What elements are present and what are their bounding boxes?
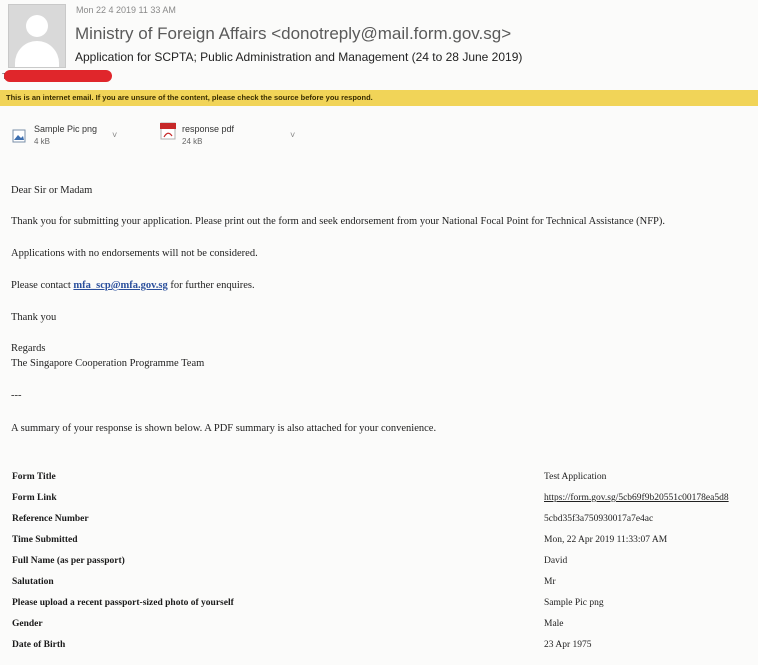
redacted-recipient [4, 70, 112, 82]
field-value: Mr [544, 577, 556, 587]
contact-text-after: for further enquires. [167, 280, 255, 291]
field-value: Male [544, 619, 564, 629]
table-row: Date of Birth 23 Apr 1975 [12, 640, 752, 656]
contact-text-before: Please contact [11, 280, 74, 291]
attachment-sample-pic[interactable]: Sample Pic png 4 kB ˅ [12, 124, 122, 154]
body-paragraph-2: Applications with no endorsements will n… [11, 248, 258, 259]
field-label: Reference Number [12, 514, 89, 524]
table-row: Form Link https://form.gov.sg/5cb69f9b20… [12, 493, 752, 509]
body-paragraph-1: Thank you for submitting your applicatio… [11, 216, 666, 227]
field-value: David [544, 556, 568, 566]
sender-avatar [8, 4, 66, 68]
table-row: Gender Male [12, 619, 752, 635]
table-row: Time Submitted Mon, 22 Apr 2019 11:33:07… [12, 535, 752, 551]
field-label: Please upload a recent passport-sized ph… [12, 598, 234, 608]
attachment-options-chevron-icon[interactable]: ˅ [290, 130, 295, 140]
warning-text: This is an internet email. If you are un… [6, 93, 373, 102]
email-date: Mon 22 4 2019 11 33 AM [76, 5, 176, 15]
field-label: Form Title [12, 472, 56, 482]
regards-line: Regards [11, 343, 46, 354]
field-label: Time Submitted [12, 535, 78, 545]
summary-intro: A summary of your response is shown belo… [11, 423, 437, 434]
image-file-icon [12, 129, 26, 143]
avatar-head-shape [26, 15, 48, 37]
attachment-options-chevron-icon[interactable]: ˅ [112, 130, 117, 140]
field-label: Gender [12, 619, 43, 629]
table-row: Reference Number 5cbd35f3a750930017a7e4a… [12, 514, 752, 530]
team-signature: The Singapore Cooperation Programme Team [11, 358, 205, 369]
field-label: Date of Birth [12, 640, 66, 650]
field-value: 5cbd35f3a750930017a7e4ac [544, 514, 654, 524]
separator: --- [11, 390, 22, 401]
attachment-response-pdf[interactable]: response pdf 24 kB ˅ [160, 122, 300, 154]
form-link[interactable]: https://form.gov.sg/5cb69f9b20551c00178e… [544, 493, 729, 503]
external-email-warning-banner: This is an internet email. If you are un… [0, 90, 758, 106]
table-row: Salutation Mr [12, 577, 752, 593]
table-row: Full Name (as per passport) David [12, 556, 752, 572]
table-row: Form Title Test Application [12, 472, 752, 488]
email-subject: Application for SCPTA; Public Administra… [75, 50, 523, 64]
field-value: 23 Apr 1975 [544, 640, 592, 650]
field-label: Salutation [12, 577, 54, 587]
attachment-size: 24 kB [182, 137, 203, 146]
greeting: Dear Sir or Madam [11, 185, 93, 196]
field-value: Mon, 22 Apr 2019 11:33:07 AM [544, 535, 668, 545]
pdf-file-icon [160, 122, 176, 140]
attachment-size: 4 kB [34, 137, 51, 146]
table-row: Please upload a recent passport-sized ph… [12, 598, 752, 614]
contact-email-link[interactable]: mfa_scp@mfa.gov.sg [73, 280, 167, 291]
avatar-body-shape [15, 41, 59, 67]
attachment-name: response pdf [182, 124, 235, 134]
body-paragraph-3: Please contact mfa_scp@mfa.gov.sg for fu… [11, 280, 255, 291]
field-label: Full Name (as per passport) [12, 556, 125, 566]
thanks-line: Thank you [11, 312, 57, 323]
field-value: Sample Pic png [544, 598, 604, 608]
field-value: Test Application [544, 472, 607, 482]
attachment-name: Sample Pic png [34, 124, 98, 134]
email-sender[interactable]: Ministry of Foreign Affairs <donotreply@… [75, 24, 511, 44]
field-label: Form Link [12, 493, 57, 503]
